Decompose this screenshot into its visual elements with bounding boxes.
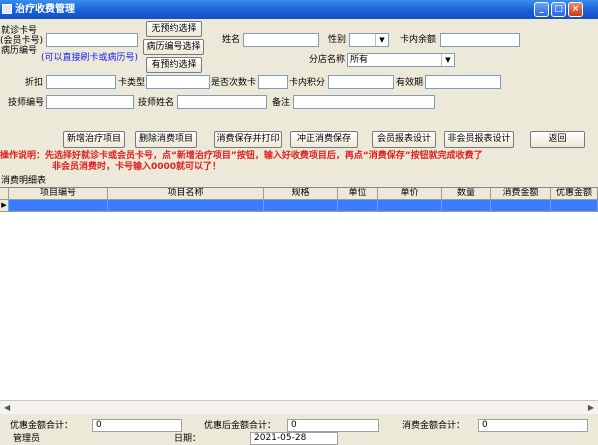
horizontal-scrollbar[interactable]: ◀ ▶: [0, 400, 598, 414]
tech-name-input[interactable]: [177, 95, 267, 109]
balance-input[interactable]: [440, 33, 520, 47]
date-value: 2021-05-28: [250, 432, 338, 445]
minimize-button[interactable]: _: [534, 2, 549, 17]
close-button[interactable]: ×: [568, 2, 583, 17]
points-label: 卡内积分: [289, 78, 326, 88]
scroll-right-icon[interactable]: ▶: [588, 403, 594, 412]
footer: 优惠金额合计： 0 优惠后金额合计： 0 消费金额合计： 0 管理员 日期： 2…: [0, 414, 598, 445]
column-header[interactable]: 项目名称: [108, 188, 264, 200]
add-item-button[interactable]: 新增治疗项目: [63, 131, 125, 148]
expiry-input[interactable]: [425, 75, 501, 89]
discount-total-label: 优惠金额合计：: [10, 421, 74, 431]
record-select-button[interactable]: 病历编号选择: [143, 39, 204, 55]
consumption-grid[interactable]: 项目编号 项目名称 规格 单位 单价 数量 消费金额 优惠金额 ▶: [0, 187, 598, 400]
column-header[interactable]: 单位: [338, 188, 378, 200]
branch-value: 所有: [350, 55, 369, 65]
grid-caption: 消费明细表: [1, 176, 47, 186]
grid-header: 项目编号 项目名称 规格 单位 单价 数量 消费金额 优惠金额: [0, 188, 598, 200]
card-hint: (可以直接刷卡或病历号): [41, 53, 139, 63]
gender-label: 性别: [328, 35, 347, 45]
column-header[interactable]: 项目编号: [9, 188, 108, 200]
column-header[interactable]: 优惠金额: [551, 188, 598, 200]
reservation-button[interactable]: 有预约选择: [146, 57, 202, 73]
card-type-input[interactable]: [146, 75, 210, 89]
card-type-label: 卡类型: [118, 78, 146, 88]
delete-item-button[interactable]: 删除消费项目: [135, 131, 197, 148]
points-input[interactable]: [328, 75, 394, 89]
date-label: 日期：: [174, 434, 202, 444]
name-label: 姓名: [222, 35, 241, 45]
chevron-down-icon: ▼: [441, 54, 454, 66]
column-header[interactable]: 单价: [378, 188, 442, 200]
consume-total-value: 0: [478, 419, 588, 432]
consume-total-label: 消费金额合计：: [402, 421, 466, 431]
discount-label: 折扣: [25, 78, 44, 88]
current-user: 管理员: [13, 434, 41, 444]
table-cell[interactable]: [264, 200, 338, 212]
chevron-down-icon: ▼: [375, 34, 388, 46]
record-number-label: 病历编号: [1, 46, 38, 56]
expiry-label: 有效期: [396, 78, 424, 88]
branch-select[interactable]: 所有 ▼: [347, 53, 455, 67]
name-input[interactable]: [243, 33, 319, 47]
scroll-left-icon[interactable]: ◀: [4, 403, 10, 412]
instructions-line1: 操作说明：先选择好就诊卡或会员卡号，点“新增治疗项目”按钮，输入好收费项目后，再…: [0, 151, 483, 161]
row-indicator-icon: ▶: [0, 200, 9, 212]
title-bar: 治疗收费管理 _ □ ×: [0, 0, 598, 19]
row-indicator-header: [0, 188, 9, 200]
discount-total-value: 0: [92, 419, 182, 432]
table-cell[interactable]: [442, 200, 491, 212]
table-cell[interactable]: [551, 200, 598, 212]
app-icon: [2, 4, 12, 14]
column-header[interactable]: 消费金额: [491, 188, 551, 200]
count-card-input[interactable]: [258, 75, 288, 89]
member-report-button[interactable]: 会员报表设计: [372, 131, 436, 148]
table-cell[interactable]: [108, 200, 264, 212]
table-cell[interactable]: [378, 200, 442, 212]
card-number-input[interactable]: [46, 33, 138, 47]
window-title: 治疗收费管理: [15, 4, 75, 15]
after-discount-label: 优惠后金额合计：: [204, 421, 277, 431]
tech-id-input[interactable]: [46, 95, 134, 109]
no-reservation-button[interactable]: 无预约选择: [146, 21, 202, 37]
table-cell[interactable]: [9, 200, 108, 212]
remark-input[interactable]: [293, 95, 435, 109]
instructions-line2: 非会员消费时，卡号输入0000就可以了！: [52, 162, 222, 172]
column-header[interactable]: 数量: [442, 188, 491, 200]
back-button[interactable]: 返回: [530, 131, 585, 148]
gender-select[interactable]: ▼: [349, 33, 389, 47]
balance-label: 卡内余额: [400, 35, 437, 45]
remark-label: 备注: [272, 98, 291, 108]
table-cell[interactable]: [491, 200, 551, 212]
table-cell[interactable]: [338, 200, 378, 212]
count-card-label: 是否次数卡: [211, 78, 257, 88]
save-print-button[interactable]: 消费保存并打印: [214, 131, 282, 148]
maximize-button[interactable]: □: [551, 2, 566, 17]
column-header[interactable]: 规格: [264, 188, 338, 200]
tech-name-label: 技师姓名: [138, 98, 175, 108]
correct-save-button[interactable]: 冲正消费保存: [290, 131, 358, 148]
nonmember-report-button[interactable]: 非会员报表设计: [444, 131, 514, 148]
table-row[interactable]: ▶: [0, 200, 598, 212]
after-discount-value: 0: [287, 419, 379, 432]
tech-id-label: 技师编号: [8, 98, 45, 108]
branch-label: 分店名称: [309, 55, 346, 65]
discount-input[interactable]: [46, 75, 116, 89]
